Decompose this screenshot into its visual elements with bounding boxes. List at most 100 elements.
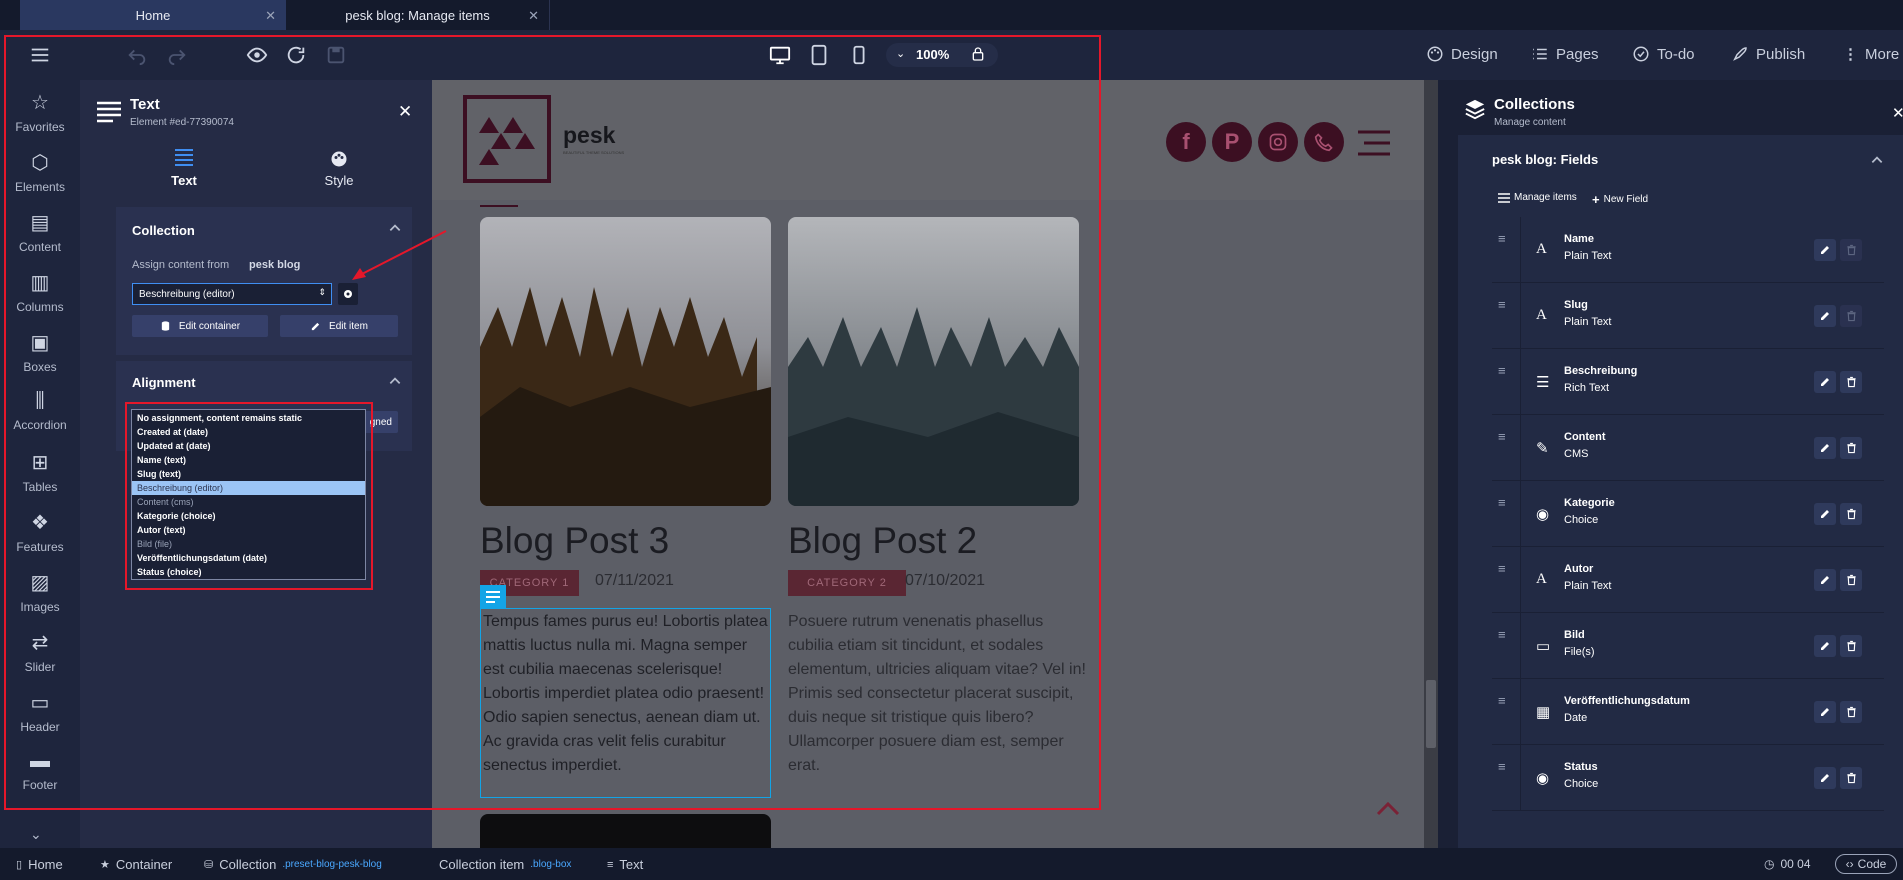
drag-handle-icon[interactable]: ≡ xyxy=(1498,627,1506,642)
file-icon: ▯ xyxy=(16,859,23,871)
field-row[interactable]: ≡ ▦ Veröffentlichungsdatum Date xyxy=(1492,679,1884,745)
scroll-top-chevron-icon[interactable] xyxy=(1376,800,1400,821)
edit-icon[interactable] xyxy=(1814,305,1836,327)
drag-handle-icon[interactable]: ≡ xyxy=(1498,561,1506,576)
trash-icon[interactable] xyxy=(1840,503,1862,525)
design-label: Design xyxy=(1451,45,1498,63)
field-row[interactable]: ≡ ☰ Beschreibung Rich Text xyxy=(1492,349,1884,415)
tab-home[interactable]: Home ✕ xyxy=(20,0,286,30)
field-type: Date xyxy=(1564,712,1588,724)
trash-icon[interactable] xyxy=(1840,305,1862,327)
divider xyxy=(1520,283,1521,349)
facebook-icon[interactable]: f xyxy=(1166,122,1206,162)
field-row[interactable]: ≡ A Slug Plain Text xyxy=(1492,283,1884,349)
breadcrumb-collection-item[interactable]: Collection item .blog-box xyxy=(439,857,571,872)
breadcrumb-text[interactable]: ≡ Text xyxy=(607,857,643,872)
edit-icon[interactable] xyxy=(1814,569,1836,591)
edit-icon[interactable] xyxy=(1814,503,1836,525)
breadcrumb-container[interactable]: ★ Container xyxy=(100,857,172,872)
tab-label: Home xyxy=(135,7,171,23)
breadcrumb-class: .preset-blog-pesk-blog xyxy=(282,859,382,870)
edit-icon[interactable] xyxy=(1814,701,1836,723)
divider xyxy=(1520,613,1521,679)
drag-handle-icon[interactable]: ≡ xyxy=(1498,363,1506,378)
status-bar: ▯ Home ★ Container ⛁ Collection .preset-blog… xyxy=(0,848,1903,880)
drag-handle-icon[interactable]: ≡ xyxy=(1498,759,1506,774)
field-name: Beschreibung xyxy=(1564,365,1638,377)
field-type: Choice xyxy=(1564,778,1599,790)
trash-icon[interactable] xyxy=(1840,569,1862,591)
palette-icon xyxy=(1427,46,1443,62)
trash-icon[interactable] xyxy=(1840,701,1862,723)
canvas-scrollbar[interactable] xyxy=(1424,80,1438,848)
pinterest-icon[interactable]: P xyxy=(1212,122,1252,162)
breadcrumb-collection[interactable]: ⛁ Collection .preset-blog-pesk-blog xyxy=(204,857,382,872)
panel-subtitle: Manage content xyxy=(1494,117,1566,128)
new-field-button[interactable]: + New Field xyxy=(1592,192,1648,207)
field-name: Autor xyxy=(1564,563,1594,575)
field-row[interactable]: ≡ A Autor Plain Text xyxy=(1492,547,1884,613)
manage-items-button[interactable]: Manage items xyxy=(1498,192,1577,203)
publish-button[interactable]: Publish xyxy=(1731,45,1805,63)
instagram-icon[interactable] xyxy=(1258,122,1298,162)
phone-icon[interactable] xyxy=(1304,122,1344,162)
todo-button[interactable]: To-do xyxy=(1632,45,1695,63)
annotation-arrow xyxy=(352,230,447,280)
trash-icon[interactable] xyxy=(1840,767,1862,789)
field-name: Status xyxy=(1564,761,1598,773)
scrollbar-thumb[interactable] xyxy=(1426,680,1436,748)
field-name: Veröffentlichungsdatum xyxy=(1564,695,1690,707)
design-button[interactable]: Design xyxy=(1426,45,1498,63)
button-label: New Field xyxy=(1603,194,1649,205)
field-name: Name xyxy=(1564,233,1594,245)
text-icon: A xyxy=(1536,241,1547,257)
field-type: Plain Text xyxy=(1564,580,1612,592)
list-icon xyxy=(1533,48,1547,60)
edit-icon[interactable] xyxy=(1814,437,1836,459)
image-icon: ▭ xyxy=(1536,639,1551,655)
menu-icon[interactable] xyxy=(1358,130,1390,161)
drag-handle-icon[interactable]: ≡ xyxy=(1498,297,1506,312)
field-row[interactable]: ≡ ◉ Kategorie Choice xyxy=(1492,481,1884,547)
edit-icon: ✎ xyxy=(1536,441,1549,457)
chevron-down-icon[interactable]: ⌄ xyxy=(30,826,42,843)
drag-handle-icon[interactable]: ≡ xyxy=(1498,693,1506,708)
breadcrumb-home[interactable]: ▯ Home xyxy=(16,857,63,872)
more-button[interactable]: ⋮ More xyxy=(1843,45,1900,64)
edit-icon[interactable] xyxy=(1814,767,1836,789)
field-row[interactable]: ≡ ▭ Bild File(s) xyxy=(1492,613,1884,679)
drag-handle-icon[interactable]: ≡ xyxy=(1498,429,1506,444)
pages-label: Pages xyxy=(1556,45,1599,63)
more-label: More xyxy=(1865,45,1900,63)
close-icon[interactable]: ✕ xyxy=(265,8,276,24)
edit-icon[interactable] xyxy=(1814,239,1836,261)
button-label: Manage items xyxy=(1514,192,1577,203)
edit-icon[interactable] xyxy=(1814,635,1836,657)
field-row[interactable]: ≡ ◉ Status Choice xyxy=(1492,745,1884,811)
drag-handle-icon[interactable]: ≡ xyxy=(1498,231,1506,246)
field-type: Choice xyxy=(1564,514,1599,526)
list-icon xyxy=(1498,192,1510,203)
chevron-up-icon[interactable] xyxy=(1870,153,1884,172)
field-row[interactable]: ≡ ✎ Content CMS xyxy=(1492,415,1884,481)
edit-icon[interactable] xyxy=(1814,371,1836,393)
drag-handle-icon[interactable]: ≡ xyxy=(1498,495,1506,510)
field-row[interactable]: ≡ A Name Plain Text xyxy=(1492,217,1884,283)
text-icon: A xyxy=(1536,307,1547,323)
code-button[interactable]: ‹› Code xyxy=(1835,854,1897,874)
trash-icon[interactable] xyxy=(1840,635,1862,657)
field-type: File(s) xyxy=(1564,646,1595,658)
pages-button[interactable]: Pages xyxy=(1531,45,1599,63)
trash-icon[interactable] xyxy=(1840,371,1862,393)
code-icon: ‹› xyxy=(1845,857,1854,871)
close-icon[interactable]: ✕ xyxy=(528,8,539,24)
text-icon: A xyxy=(1536,571,1547,587)
trash-icon[interactable] xyxy=(1840,437,1862,459)
field-type: Plain Text xyxy=(1564,316,1612,328)
close-icon[interactable]: ✕ xyxy=(1892,104,1903,122)
tab-pesk-blog[interactable]: pesk blog: Manage items ✕ xyxy=(286,0,550,30)
rocket-icon xyxy=(1733,47,1747,61)
field-name: Kategorie xyxy=(1564,497,1615,509)
trash-icon[interactable] xyxy=(1840,239,1862,261)
divider xyxy=(1520,481,1521,547)
